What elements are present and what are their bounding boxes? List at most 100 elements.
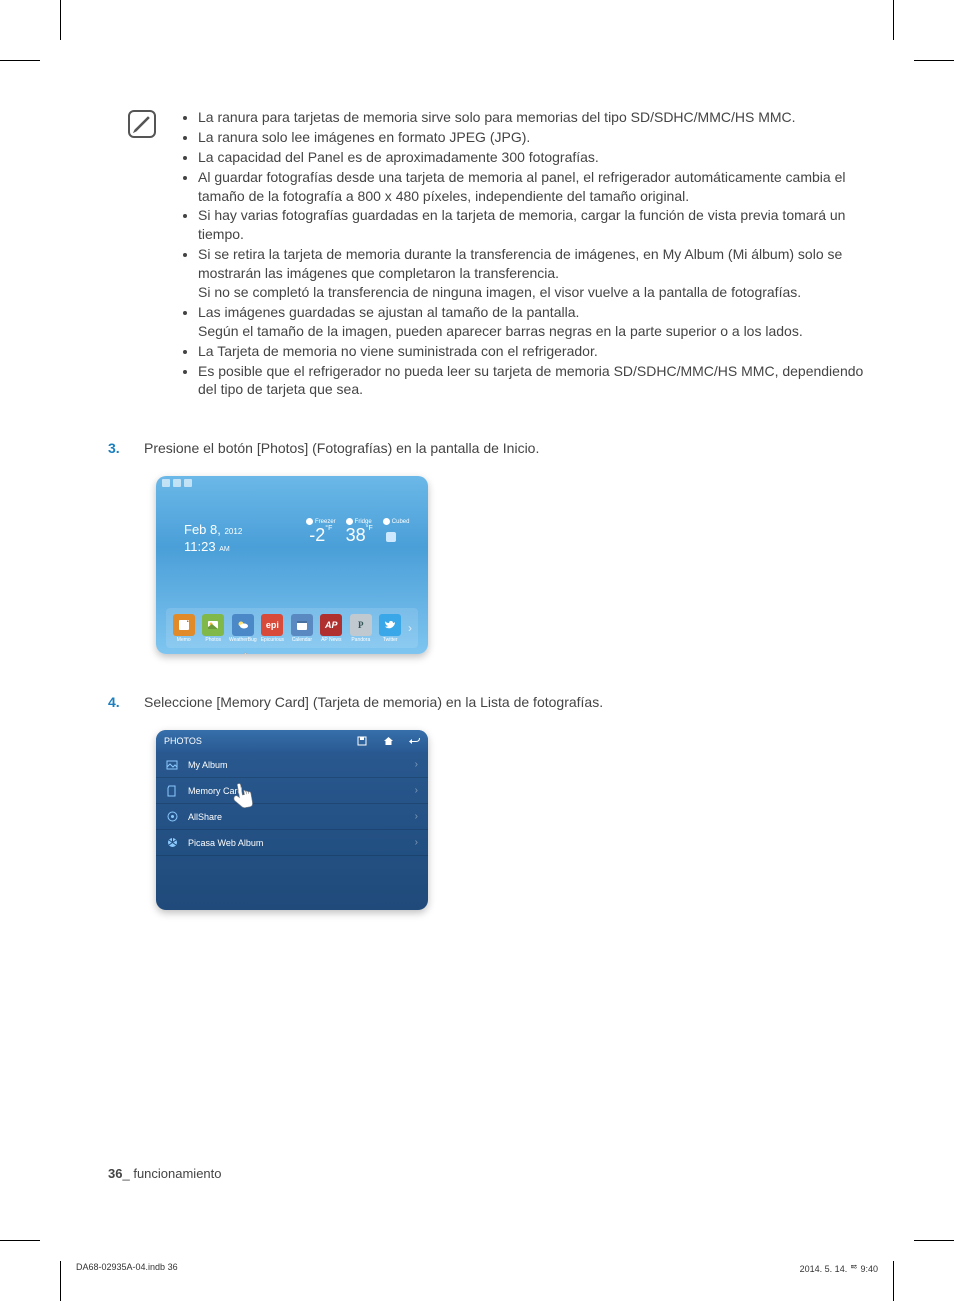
note-item: Las imágenes guardadas se ajustan al tam…	[198, 303, 864, 341]
freezer-temp-value: -2°F	[306, 525, 336, 546]
app-twitter[interactable]: Twitter	[377, 614, 404, 643]
sound-icon	[173, 479, 181, 487]
section-name: funcionamiento	[133, 1166, 221, 1181]
fridge-temp: Fridge 38°F	[346, 518, 373, 546]
photos-title: PHOTOS	[164, 736, 202, 746]
save-icon[interactable]	[356, 735, 368, 747]
fridge-label-text: Fridge	[355, 519, 372, 525]
freezer-temp: Freezer -2°F	[306, 518, 336, 546]
app-label: Photos	[205, 637, 221, 643]
note-item: Es posible que el refrigerador no pueda …	[198, 362, 864, 400]
freezer-temp-text: -2	[309, 525, 325, 545]
cubed-label-text: Cubed	[392, 519, 410, 525]
note-item: La ranura solo lee imágenes en formato J…	[198, 128, 864, 147]
fridge-temp-text: 38	[346, 525, 366, 545]
chevron-right-icon: ›	[415, 837, 418, 848]
temperature-widgets: Freezer -2°F Fridge 38°F Cubed	[306, 518, 409, 546]
apnews-icon: AP	[320, 614, 342, 636]
wifi-icon	[162, 479, 170, 487]
memo-icon	[173, 614, 195, 636]
cubed-icon	[383, 529, 399, 545]
home-icon[interactable]	[382, 735, 394, 747]
date-value: Feb 8, 2012	[184, 522, 242, 537]
page-footer: 36_ funcionamiento	[108, 1166, 222, 1181]
weather-icon	[232, 614, 254, 636]
freezer-label-text: Freezer	[315, 519, 336, 525]
photos-icon	[202, 614, 224, 636]
cubed-check-icon	[383, 518, 390, 525]
photos-row-memorycard[interactable]: Memory Card ›	[156, 778, 428, 804]
photos-row-allshare[interactable]: AllShare ›	[156, 804, 428, 830]
row-label: Picasa Web Album	[188, 838, 263, 848]
twitter-icon	[379, 614, 401, 636]
note-item: Si hay varias fotografías guardadas en l…	[198, 206, 864, 244]
note-item: La Tarjeta de memoria no viene suministr…	[198, 342, 864, 361]
step-number: 3.	[108, 440, 128, 456]
app-pandora[interactable]: P Pandora	[347, 614, 374, 643]
album-icon	[166, 760, 178, 770]
app-dock: Memo Photos WeatherBug epi Epicurious	[166, 608, 418, 648]
fridge-temp-value: 38°F	[346, 525, 373, 546]
app-label: Twitter	[383, 637, 398, 643]
step-number: 4.	[108, 694, 128, 710]
app-label: WeatherBug	[229, 637, 257, 643]
calendar-icon	[291, 614, 313, 636]
notes-list: La ranura para tarjetas de memoria sirve…	[166, 108, 864, 400]
chevron-right-icon: ›	[415, 759, 418, 770]
row-label: My Album	[188, 760, 228, 770]
photos-header: PHOTOS	[156, 730, 428, 752]
note-item: La capacidad del Panel es de aproximadam…	[198, 148, 864, 167]
datetime-widget: Feb 8, 2012 11:23 AM	[184, 522, 242, 554]
notes-block: La ranura para tarjetas de memoria sirve…	[108, 108, 864, 400]
header-icons	[356, 735, 420, 747]
print-footer: DA68-02935A-04.indb 36 2014. 5. 14. ᄑᄒ 9…	[76, 1262, 878, 1275]
row-label: AllShare	[188, 812, 222, 822]
status-icon	[184, 479, 192, 487]
note-item: La ranura para tarjetas de memoria sirve…	[198, 108, 864, 127]
time-value: 11:23 AM	[184, 539, 242, 554]
chevron-right-icon: ›	[415, 785, 418, 796]
photos-list-screenshot: PHOTOS My Album ›	[156, 730, 428, 910]
time-text: 11:23	[184, 539, 216, 554]
app-label: Calendar	[292, 637, 312, 643]
cubed-label: Cubed	[383, 518, 410, 525]
app-apnews[interactable]: AP AP News	[318, 614, 345, 643]
back-icon[interactable]	[408, 735, 420, 747]
note-item: Al guardar fotografías desde una tarjeta…	[198, 168, 864, 206]
footer-sep: _	[122, 1166, 129, 1181]
statusbar	[162, 479, 192, 487]
year-text: 2012	[224, 527, 242, 536]
print-timestamp: 2014. 5. 14. ᄑᄒ 9:40	[800, 1262, 878, 1275]
page-number: 36	[108, 1166, 122, 1181]
sdcard-icon	[166, 786, 178, 796]
page-content: La ranura para tarjetas de memoria sirve…	[108, 108, 864, 1221]
app-label: AP News	[321, 637, 341, 643]
pandora-icon: P	[350, 614, 372, 636]
photos-row-picasa[interactable]: Picasa Web Album ›	[156, 830, 428, 856]
chevron-right-icon: ›	[415, 811, 418, 822]
freezer-temp-unit: °F	[325, 525, 332, 532]
allshare-icon	[166, 812, 178, 822]
app-label: Epicurious	[261, 637, 284, 643]
ampm-text: AM	[219, 546, 230, 553]
app-epicurious[interactable]: epi Epicurious	[259, 614, 286, 643]
date-text: Feb 8,	[184, 522, 221, 537]
app-label: Memo	[177, 637, 191, 643]
print-file: DA68-02935A-04.indb 36	[76, 1262, 178, 1275]
note-icon	[128, 110, 156, 138]
home-screen-screenshot: Feb 8, 2012 11:23 AM Freezer -2°F	[156, 476, 428, 654]
photos-row-myalbum[interactable]: My Album ›	[156, 752, 428, 778]
app-photos[interactable]: Photos	[199, 614, 226, 643]
app-weather[interactable]: WeatherBug	[229, 614, 257, 643]
step-text: Seleccione [Memory Card] (Tarjeta de mem…	[144, 694, 603, 710]
fridge-temp-unit: °F	[366, 525, 373, 532]
dock-more-icon[interactable]: ›	[406, 621, 414, 635]
step-3: 3. Presione el botón [Photos] (Fotografí…	[108, 440, 864, 456]
app-memo[interactable]: Memo	[170, 614, 197, 643]
app-label: Pandora	[351, 637, 370, 643]
app-calendar[interactable]: Calendar	[288, 614, 315, 643]
note-item: Si se retira la tarjeta de memoria duran…	[198, 245, 864, 302]
step-text: Presione el botón [Photos] (Fotografías)…	[144, 440, 539, 456]
epicurious-icon: epi	[261, 614, 283, 636]
cubed-ice: Cubed	[383, 518, 410, 546]
